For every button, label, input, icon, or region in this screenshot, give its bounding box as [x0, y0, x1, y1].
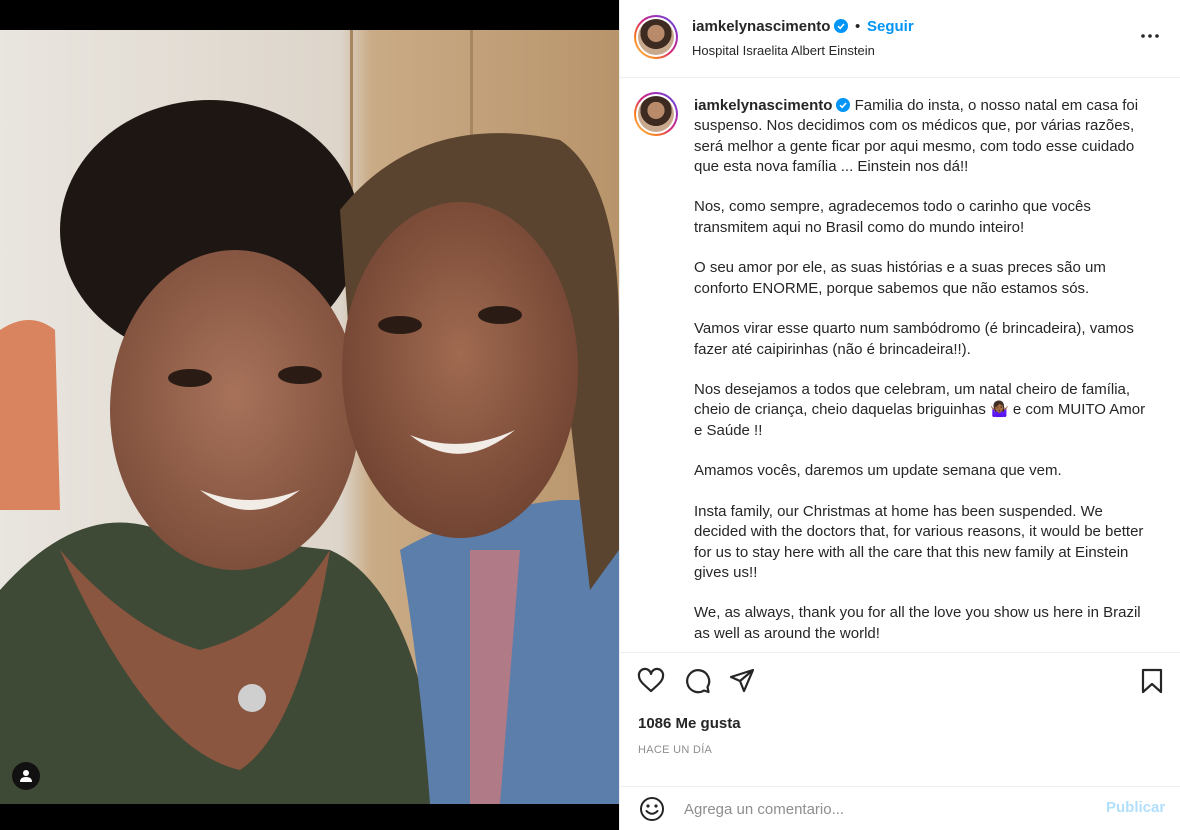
more-horizontal-icon[interactable]	[1138, 24, 1162, 48]
share-icon[interactable]	[728, 667, 756, 695]
caption-paragraph: Nos, como sempre, agradecemos todo o car…	[694, 198, 1091, 236]
author-username-text[interactable]: iamkelynascimento	[692, 18, 830, 35]
comment-input[interactable]	[682, 797, 1086, 821]
caption-paragraph: O seu amor por ele, as suas histórias e …	[694, 259, 1106, 297]
separator-dot: •	[855, 18, 861, 35]
post-photo[interactable]	[0, 30, 619, 804]
caption-author-avatar[interactable]	[634, 92, 678, 136]
caption-paragraph: Nos desejamos a todos que celebram, um n…	[694, 381, 1146, 439]
post-location[interactable]: Hospital Israelita Albert Einstein	[692, 43, 875, 58]
author-username[interactable]: iamkelynascimento	[692, 18, 849, 35]
selfie-image	[0, 30, 619, 804]
post-actions: 1086 Me gusta HACE UN DÍA	[620, 652, 1180, 787]
bookmark-icon[interactable]	[1138, 667, 1166, 695]
author-avatar[interactable]	[634, 15, 678, 59]
caption-username[interactable]: iamkelynascimento	[694, 97, 832, 114]
emoji-icon[interactable]	[638, 795, 666, 823]
post-details-panel: iamkelynascimento • Seguir Hospital Isra…	[619, 0, 1180, 830]
verified-badge-icon	[834, 19, 849, 33]
add-comment-bar: Publicar	[620, 786, 1180, 830]
user-tag-button[interactable]	[12, 762, 40, 790]
post-media	[0, 0, 619, 830]
post-header: iamkelynascimento • Seguir Hospital Isra…	[620, 0, 1180, 78]
caption-paragraph: Vamos virar esse quarto num sambódromo (…	[694, 320, 1134, 358]
caption-paragraph: Amamos vocês, daremos um update semana q…	[694, 462, 1062, 480]
comment-icon[interactable]	[683, 667, 711, 695]
likes-count[interactable]: 1086 Me gusta	[638, 715, 741, 732]
instagram-post-modal: iamkelynascimento • Seguir Hospital Isra…	[0, 0, 1180, 830]
heart-icon[interactable]	[637, 667, 665, 695]
comments-section[interactable]: iamkelynascimento Familia do insta, o no…	[620, 78, 1180, 652]
caption-verified-badge-icon	[836, 98, 851, 112]
publish-button[interactable]: Publicar	[1106, 799, 1165, 816]
user-tag-icon	[20, 770, 32, 782]
post-timestamp[interactable]: HACE UN DÍA	[638, 744, 712, 756]
caption-paragraph: Insta family, our Christmas at home has …	[694, 502, 1144, 581]
post-caption: iamkelynascimento Familia do insta, o no…	[694, 96, 1156, 652]
follow-button[interactable]: Seguir	[867, 18, 914, 35]
caption-paragraph: We, as always, thank you for all the lov…	[694, 604, 1141, 642]
